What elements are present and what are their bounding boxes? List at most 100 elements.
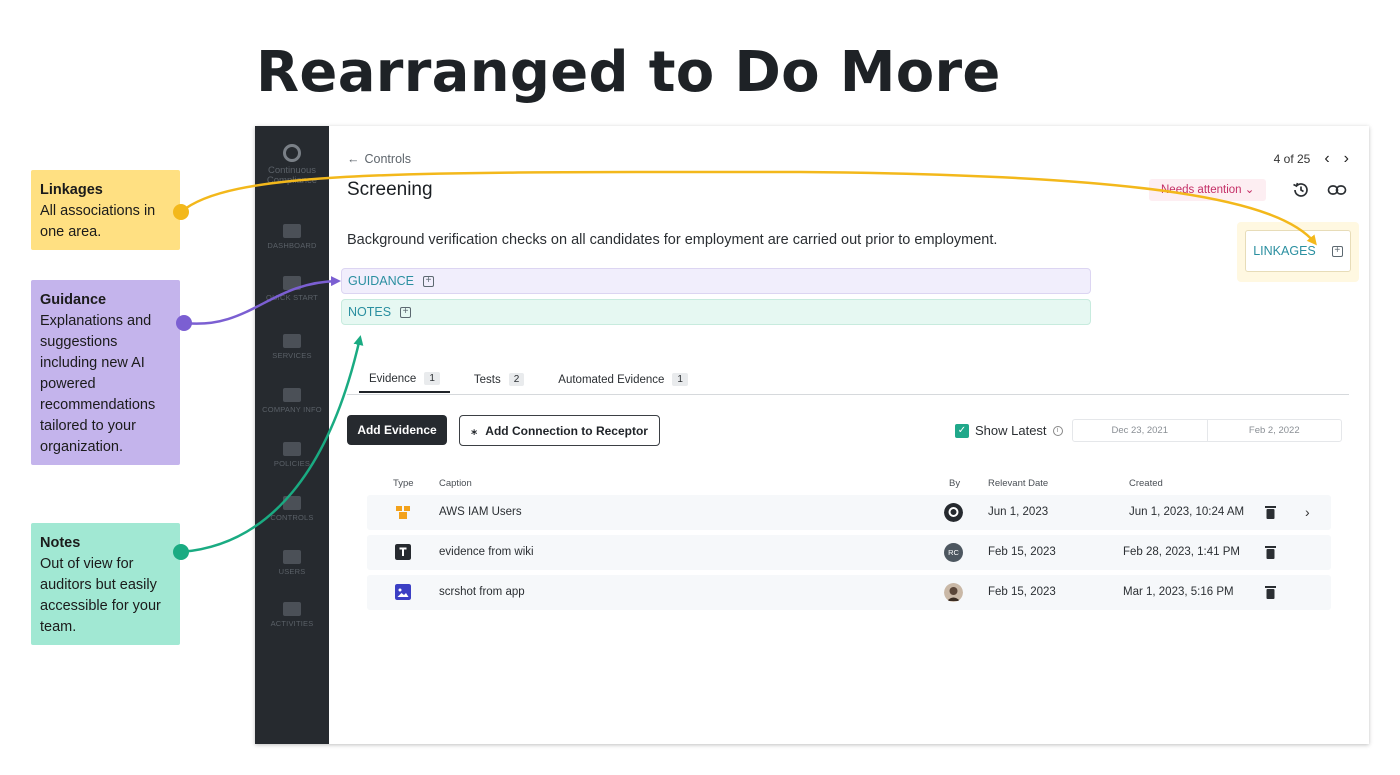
column-header: Caption bbox=[439, 478, 472, 489]
text-doc-icon bbox=[395, 544, 411, 560]
rocket-icon bbox=[283, 276, 301, 290]
info-icon[interactable]: i bbox=[1052, 425, 1063, 436]
add-connection-button[interactable]: ⁎ Add Connection to Receptor bbox=[459, 415, 660, 446]
show-latest-checkbox[interactable]: ✓ bbox=[955, 423, 969, 438]
trash-icon[interactable] bbox=[1265, 545, 1276, 559]
sidebar-item-label: DASHBOARD bbox=[267, 241, 317, 250]
status-dropdown[interactable]: Needs attention ⌄ bbox=[1149, 179, 1267, 201]
date-to-field[interactable]: Feb 2, 2022 bbox=[1206, 420, 1342, 441]
guidance-callout-title: Guidance bbox=[40, 292, 107, 308]
linkages-label: LINKAGES bbox=[1253, 244, 1316, 258]
column-header: By bbox=[949, 478, 961, 489]
tab-tests[interactable]: Tests 2 bbox=[464, 372, 534, 393]
back-to-controls-link[interactable]: ← Controls bbox=[347, 152, 411, 166]
linkages-panel: LINKAGES + bbox=[1237, 222, 1359, 282]
chevron-left-icon[interactable]: ‹ bbox=[1324, 150, 1329, 168]
tab-label: Automated Evidence bbox=[558, 373, 665, 386]
sidebar-item-label: POLICIES bbox=[273, 459, 311, 468]
sidebar-item-dashboard[interactable]: DASHBOARD bbox=[255, 224, 329, 250]
linkages-button[interactable]: LINKAGES + bbox=[1245, 230, 1351, 272]
tab-count: 1 bbox=[424, 372, 440, 385]
photo-avatar bbox=[944, 583, 963, 602]
tabs-divider bbox=[347, 394, 1349, 395]
aws-icon bbox=[396, 506, 410, 519]
system-logo-avatar bbox=[944, 503, 963, 522]
sidebar-item-label: COMPANY INFO bbox=[262, 405, 322, 414]
tab-label: Tests bbox=[473, 373, 501, 386]
tab-count: 1 bbox=[672, 373, 688, 386]
main-content: ← Controls 4 of 25 ‹ › Screening Needs at… bbox=[329, 126, 1369, 744]
date-from-field[interactable]: Dec 23, 2021 bbox=[1073, 420, 1207, 441]
sidebar-item-company-info[interactable]: COMPANY INFO bbox=[255, 388, 329, 414]
relevant-date-cell: Feb 15, 2023 bbox=[988, 586, 1056, 598]
sidebar-item-label: QUICK START bbox=[266, 293, 318, 302]
chevron-right-icon[interactable]: › bbox=[1305, 495, 1310, 530]
notes-callout-title: Notes bbox=[40, 535, 81, 551]
chevron-down-icon: ⌄ bbox=[1244, 184, 1255, 196]
caption-cell: scrshot from app bbox=[439, 586, 525, 598]
date-range-picker: Dec 23, 2021 Feb 2, 2022 bbox=[1072, 419, 1342, 442]
linkages-callout-body: All associations in one area. bbox=[40, 203, 156, 240]
pager-text: 4 of 25 bbox=[1273, 152, 1311, 166]
sidebar: Continuous Compliance DASHBOARD QUICK ST… bbox=[255, 126, 329, 744]
tab-evidence[interactable]: Evidence 1 bbox=[359, 372, 450, 393]
link-icon[interactable] bbox=[1327, 180, 1347, 200]
logo-label: Continuous Compliance bbox=[266, 165, 318, 186]
expand-plus-icon: + bbox=[400, 306, 412, 318]
initials-avatar: RC bbox=[944, 543, 963, 562]
sidebar-item-services[interactable]: SERVICES bbox=[255, 334, 329, 360]
page-title: Screening bbox=[347, 179, 433, 200]
show-latest-toggle: ✓ Show Latest i bbox=[955, 423, 1063, 438]
guidance-callout-body: Explanations and suggestions including n… bbox=[40, 313, 156, 455]
page-headline: Rearranged to Do More bbox=[256, 40, 1001, 105]
tab-automated-evidence[interactable]: Automated Evidence 1 bbox=[548, 372, 698, 393]
sidebar-item-label: ACTIVITIES bbox=[270, 619, 314, 628]
app-logo[interactable]: Continuous Compliance bbox=[255, 144, 329, 186]
table-row[interactable]: AWS IAM Users Jun 1, 2023 Jun 1, 2023, 1… bbox=[367, 495, 1331, 530]
trash-icon[interactable] bbox=[1265, 505, 1276, 519]
history-icon[interactable] bbox=[1291, 180, 1311, 200]
guidance-section[interactable]: GUIDANCE + bbox=[341, 268, 1091, 294]
column-header: Relevant Date bbox=[988, 478, 1049, 489]
sidebar-item-activities[interactable]: ACTIVITIES bbox=[255, 602, 329, 628]
control-description: Background verification checks on all ca… bbox=[347, 232, 998, 248]
users-icon bbox=[283, 550, 301, 564]
activity-icon bbox=[283, 602, 301, 616]
notes-callout: Notes Out of view for auditors but easil… bbox=[31, 523, 180, 645]
notes-label: NOTES bbox=[348, 305, 392, 319]
expand-plus-icon: + bbox=[1331, 245, 1343, 257]
sidebar-item-users[interactable]: USERS bbox=[255, 550, 329, 576]
table-row[interactable]: evidence from wiki RC Feb 15, 2023 Feb 2… bbox=[367, 535, 1331, 570]
notes-section[interactable]: NOTES + bbox=[341, 299, 1091, 325]
created-cell: Feb 28, 2023, 1:41 PM bbox=[1123, 546, 1240, 558]
created-cell: Mar 1, 2023, 5:16 PM bbox=[1123, 586, 1234, 598]
show-latest-label: Show Latest bbox=[975, 423, 1047, 438]
caption-cell: AWS IAM Users bbox=[439, 506, 522, 518]
expand-plus-icon: + bbox=[422, 275, 434, 287]
shield-icon bbox=[283, 442, 301, 456]
relevant-date-cell: Jun 1, 2023 bbox=[988, 506, 1049, 518]
pager: 4 of 25 ‹ › bbox=[1274, 150, 1349, 168]
column-header: Created bbox=[1129, 478, 1163, 489]
sidebar-item-label: USERS bbox=[278, 567, 306, 576]
column-header: Type bbox=[393, 478, 414, 489]
sidebar-item-label: SERVICES bbox=[272, 351, 312, 360]
logo-ring-icon bbox=[283, 144, 301, 162]
trash-icon[interactable] bbox=[1265, 585, 1276, 599]
gear-icon bbox=[283, 496, 301, 510]
chevron-right-icon[interactable]: › bbox=[1344, 150, 1349, 168]
caption-cell: evidence from wiki bbox=[439, 546, 534, 558]
linkages-callout: Linkages All associations in one area. bbox=[31, 170, 180, 250]
add-evidence-button[interactable]: Add Evidence bbox=[347, 415, 447, 445]
app-window: Continuous Compliance DASHBOARD QUICK ST… bbox=[255, 126, 1369, 744]
tab-count: 2 bbox=[508, 373, 525, 386]
add-connection-label: Add Connection to Receptor bbox=[485, 423, 648, 438]
table-row[interactable]: scrshot from app Feb 15, 2023 Mar 1, 202… bbox=[367, 575, 1331, 610]
building-icon bbox=[283, 388, 301, 402]
guidance-callout: Guidance Explanations and suggestions in… bbox=[31, 280, 180, 465]
sidebar-item-controls[interactable]: CONTROLS bbox=[255, 496, 329, 522]
magic-wand-icon: ⁎ bbox=[471, 423, 478, 438]
sidebar-item-quick-start[interactable]: QUICK START bbox=[255, 276, 329, 302]
sidebar-item-policies[interactable]: POLICIES bbox=[255, 442, 329, 468]
linkages-callout-title: Linkages bbox=[40, 182, 103, 198]
